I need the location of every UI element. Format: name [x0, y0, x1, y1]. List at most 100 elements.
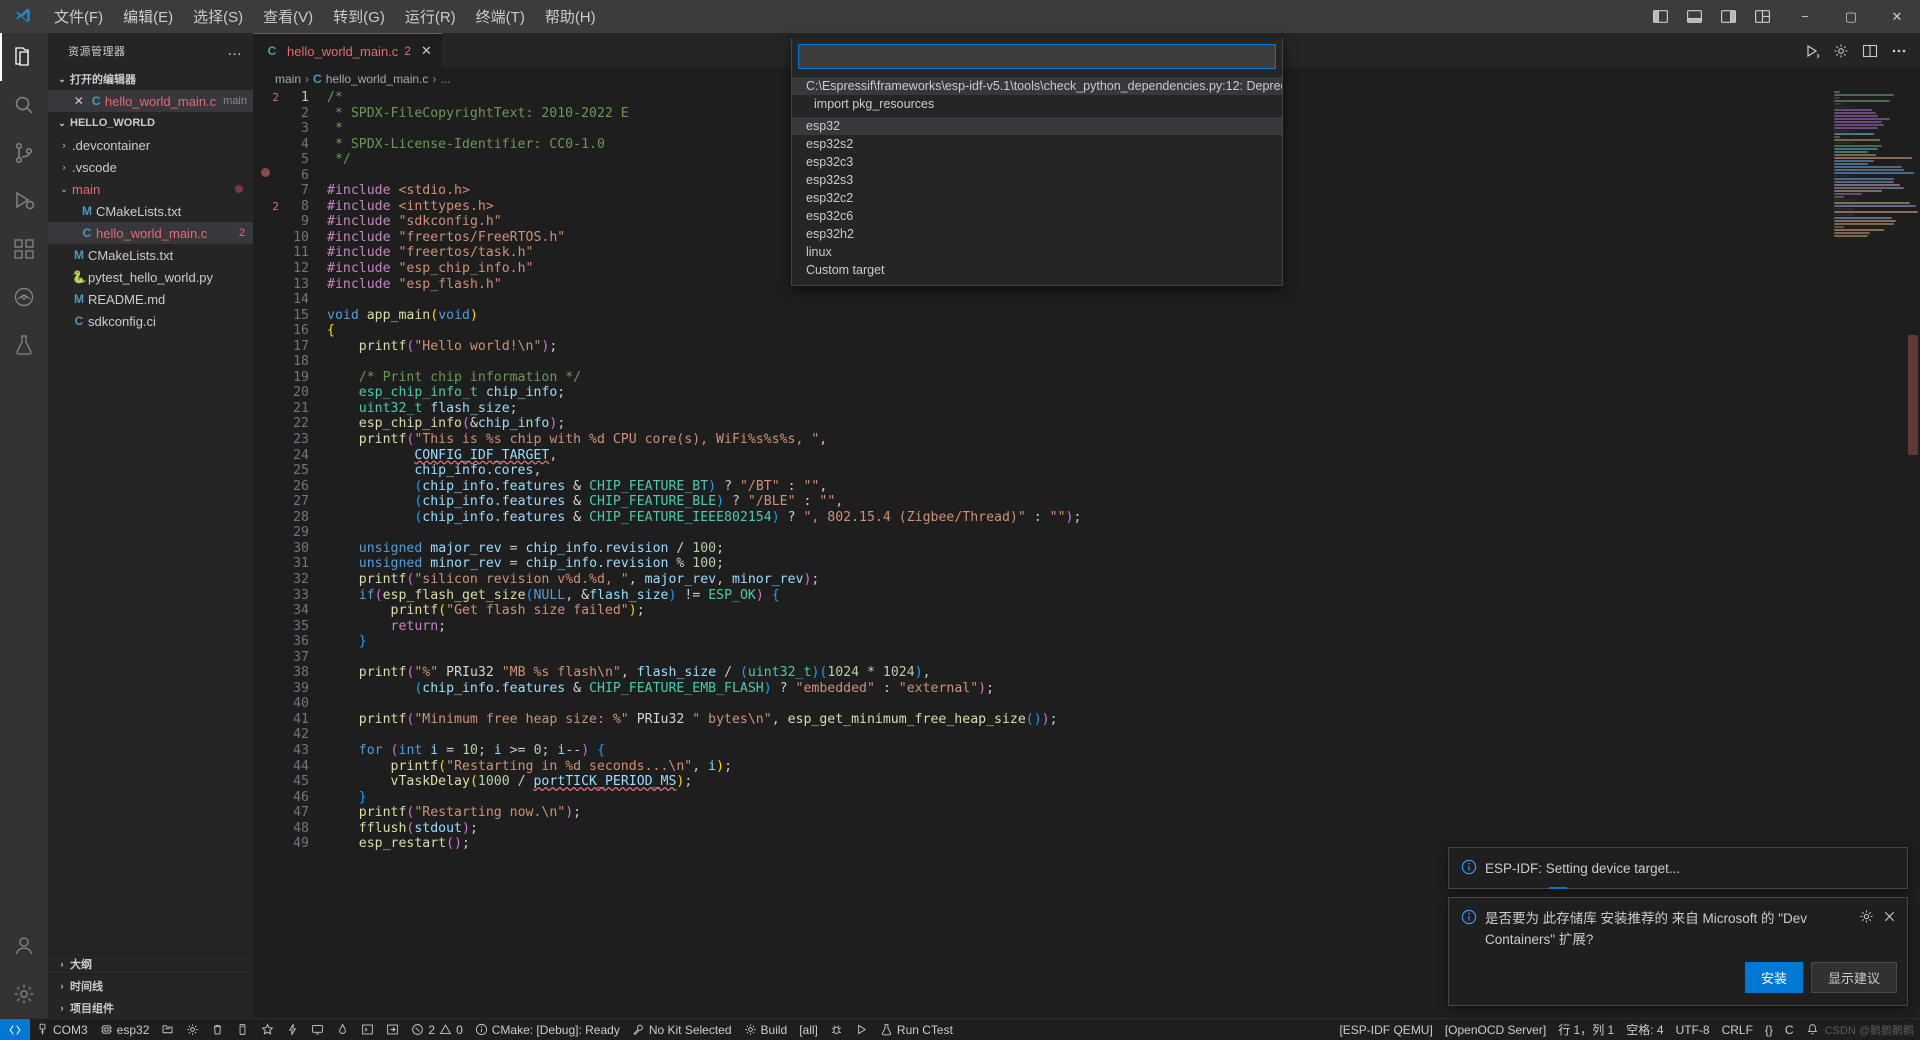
code-line[interactable]: 19 /* Print chip information */	[253, 370, 1828, 386]
code-text[interactable]: vTaskDelay(1000 / portTICK_PERIOD_MS);	[327, 774, 1828, 790]
quick-pick-item[interactable]: import pkg_resources	[792, 95, 1282, 113]
code-text[interactable]: void app_main(void)	[327, 308, 1828, 324]
code-line[interactable]: 14	[253, 292, 1828, 308]
menu-go[interactable]: 转到(G)	[323, 0, 395, 33]
status-monitor-icon[interactable]	[305, 1019, 330, 1040]
status-flame-icon[interactable]	[330, 1019, 355, 1040]
status-device-target[interactable]: esp32	[94, 1019, 156, 1040]
code-text[interactable]: }	[327, 634, 1828, 650]
quick-pick-item[interactable]: esp32c3	[792, 153, 1282, 171]
status-indentation[interactable]: 空格: 4	[1620, 1019, 1669, 1040]
code-line[interactable]: 22 esp_chip_info(&chip_info);	[253, 416, 1828, 432]
window-maximize-button[interactable]: ▢	[1828, 0, 1874, 33]
code-line[interactable]: 27 (chip_info.features & CHIP_FEATURE_BL…	[253, 494, 1828, 510]
status-menuconfig-gear-icon[interactable]	[180, 1019, 205, 1040]
code-text[interactable]: if(esp_flash_get_size(NULL, &flash_size)…	[327, 588, 1828, 604]
code-text[interactable]: printf("This is %s chip with %d CPU core…	[327, 432, 1828, 448]
menu-bar[interactable]: 文件(F) 编辑(E) 选择(S) 查看(V) 转到(G) 运行(R) 终端(T…	[44, 0, 606, 33]
show-recommendations-button[interactable]: 显示建议	[1810, 962, 1897, 993]
scrollbar-thumb[interactable]	[1908, 335, 1918, 455]
code-text[interactable]: CONFIG_IDF_TARGET,	[327, 448, 1828, 464]
code-text[interactable]	[327, 650, 1828, 666]
code-line[interactable]: 47 printf("Restarting now.\n");	[253, 805, 1828, 821]
status-braces[interactable]: {}	[1759, 1019, 1779, 1040]
code-line[interactable]: 15 void app_main(void)	[253, 308, 1828, 324]
code-line[interactable]: 29	[253, 525, 1828, 541]
code-line[interactable]: 39 (chip_info.features & CHIP_FEATURE_EM…	[253, 681, 1828, 697]
quick-pick-item[interactable]: esp32s2	[792, 135, 1282, 153]
activitybar-item-search[interactable]	[0, 81, 48, 129]
activitybar-item-testing[interactable]	[0, 321, 48, 369]
settings-gear-icon[interactable]	[1828, 36, 1854, 66]
code-line[interactable]: 38 printf("%" PRIu32 "MB %s flash\n", fl…	[253, 665, 1828, 681]
code-text[interactable]	[327, 292, 1828, 308]
code-line[interactable]: 34 printf("Get flash size failed");	[253, 603, 1828, 619]
quick-pick-item[interactable]: esp32s3	[792, 171, 1282, 189]
menu-terminal[interactable]: 终端(T)	[466, 0, 535, 33]
breakpoint-icon[interactable]	[261, 167, 270, 177]
status-openocd-server[interactable]: [OpenOCD Server]	[1439, 1019, 1552, 1040]
activitybar-item-accounts[interactable]	[0, 922, 48, 970]
tree-item-readme[interactable]: M README.md	[48, 288, 253, 310]
code-line[interactable]: 32 printf("silicon revision v%d.%d, ", m…	[253, 572, 1828, 588]
layout-grid-icon[interactable]	[1746, 3, 1778, 31]
code-text[interactable]	[327, 727, 1828, 743]
menu-help[interactable]: 帮助(H)	[535, 0, 606, 33]
quick-pick-item[interactable]: esp32c2	[792, 189, 1282, 207]
code-line[interactable]: 17 printf("Hello world!\n");	[253, 339, 1828, 355]
status-flash-bolt-icon[interactable]	[280, 1019, 305, 1040]
activitybar-item-explorer[interactable]	[0, 33, 48, 81]
activitybar-item-esp-idf[interactable]	[0, 273, 48, 321]
code-line[interactable]: 35 return;	[253, 619, 1828, 635]
tab-hello-world-main-c[interactable]: C hello_world_main.c 2 ✕	[253, 33, 442, 68]
gear-icon[interactable]	[1859, 909, 1874, 929]
status-flash-device-icon[interactable]	[230, 1019, 255, 1040]
breadcrumb-file[interactable]: hello_world_main.c	[326, 72, 429, 86]
code-line[interactable]: 20 esp_chip_info_t chip_info;	[253, 385, 1828, 401]
quick-pick-item[interactable]: esp32h2	[792, 225, 1282, 243]
status-language-mode[interactable]: C	[1779, 1019, 1800, 1040]
menu-edit[interactable]: 编辑(E)	[113, 0, 183, 33]
layout-sidebar-left-icon[interactable]	[1644, 3, 1676, 31]
status-fullclean-trash-icon[interactable]	[205, 1019, 230, 1040]
status-build-target[interactable]: [all]	[793, 1019, 824, 1040]
status-remote-button[interactable]	[0, 1018, 30, 1040]
tree-item-root-cmakelists[interactable]: M CMakeLists.txt	[48, 244, 253, 266]
code-line[interactable]: 21 uint32_t flash_size;	[253, 401, 1828, 417]
menu-run[interactable]: 运行(R)	[395, 0, 466, 33]
status-notifications-bell-icon[interactable]	[1800, 1019, 1825, 1040]
code-text[interactable]	[327, 354, 1828, 370]
code-line[interactable]: 36 }	[253, 634, 1828, 650]
code-text[interactable]: esp_chip_info_t chip_info;	[327, 385, 1828, 401]
code-text[interactable]: uint32_t flash_size;	[327, 401, 1828, 417]
tree-item-hello-world-main-c[interactable]: C hello_world_main.c 2	[48, 222, 253, 244]
open-editor-item[interactable]: ✕ C hello_world_main.c main	[48, 90, 253, 112]
split-editor-icon[interactable]	[1857, 36, 1883, 66]
code-line[interactable]: 44 printf("Restarting in %d seconds...\n…	[253, 759, 1828, 775]
code-text[interactable]	[327, 525, 1828, 541]
code-text[interactable]: chip_info.cores,	[327, 463, 1828, 479]
code-text[interactable]: esp_chip_info(&chip_info);	[327, 416, 1828, 432]
code-line[interactable]: 25 chip_info.cores,	[253, 463, 1828, 479]
code-text[interactable]: unsigned minor_rev = chip_info.revision …	[327, 556, 1828, 572]
status-debug-bug-icon[interactable]	[824, 1019, 849, 1040]
section-workspace[interactable]: ⌄ HELLO_WORLD	[48, 112, 253, 134]
section-open-editors[interactable]: ⌄ 打开的编辑器	[48, 68, 253, 90]
quick-pick-input[interactable]	[798, 44, 1276, 69]
window-close-button[interactable]: ✕	[1874, 0, 1920, 33]
close-icon[interactable]	[1882, 909, 1897, 929]
code-line[interactable]: 18	[253, 354, 1828, 370]
install-button[interactable]: 安装	[1744, 962, 1803, 993]
code-text[interactable]: printf("Restarting in %d seconds...\n", …	[327, 759, 1828, 775]
code-line[interactable]: 42	[253, 727, 1828, 743]
code-text[interactable]: (chip_info.features & CHIP_FEATURE_BLE) …	[327, 494, 1828, 510]
code-line[interactable]: 48 fflush(stdout);	[253, 821, 1828, 837]
code-line[interactable]: 45 vTaskDelay(1000 / portTICK_PERIOD_MS)…	[253, 774, 1828, 790]
tree-item-pytest-hello-world[interactable]: 🐍 pytest_hello_world.py	[48, 266, 253, 288]
menu-file[interactable]: 文件(F)	[44, 0, 113, 33]
code-line[interactable]: 24 CONFIG_IDF_TARGET,	[253, 448, 1828, 464]
code-text[interactable]: unsigned major_rev = chip_info.revision …	[327, 541, 1828, 557]
quick-pick-item[interactable]: linux	[792, 243, 1282, 261]
breadcrumb-folder[interactable]: main	[275, 72, 301, 86]
layout-panel-icon[interactable]	[1678, 3, 1710, 31]
